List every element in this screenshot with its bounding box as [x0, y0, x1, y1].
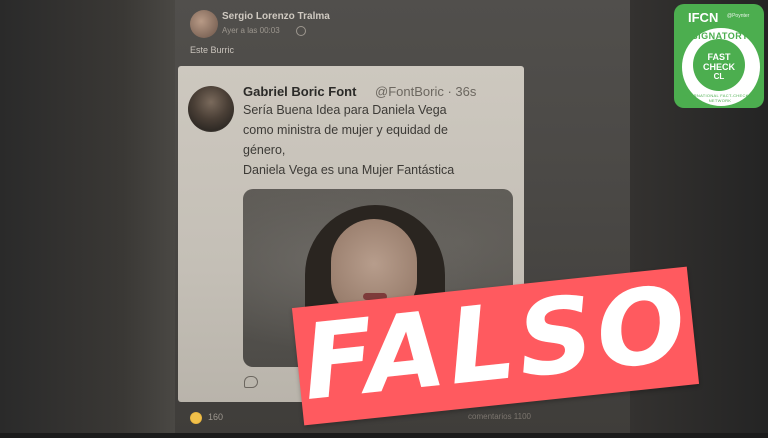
- badge-network-text: INTERNATIONAL FACT-CHECKING NETWORK: [683, 93, 757, 103]
- badge-check-text: CHECK: [702, 62, 735, 72]
- badge-fast-text: FAST: [707, 52, 731, 62]
- reply-icon: [244, 376, 258, 388]
- poynter-text: @Poynter: [727, 13, 750, 19]
- badge-signatory-text: SIGNATORY: [691, 31, 749, 41]
- tweet-handle: @FontBoric · 36s: [375, 84, 477, 99]
- tweet-line: Daniela Vega es una Mujer Fantástica: [243, 163, 455, 177]
- post-author-avatar[interactable]: [190, 10, 218, 38]
- tweet-author-name: Gabriel Boric Font: [243, 84, 357, 99]
- reaction-icon[interactable]: [190, 412, 202, 424]
- post-text: Este Burric: [190, 45, 235, 55]
- post-timestamp[interactable]: Ayer a las 00:03: [222, 26, 280, 35]
- ifcn-logo-text: IFCN: [688, 10, 719, 25]
- globe-icon: [296, 26, 306, 36]
- tweet-line: género,: [243, 143, 286, 157]
- reaction-count[interactable]: 160: [208, 412, 223, 422]
- post-author-name[interactable]: Sergio Lorenzo Tralma: [222, 11, 330, 22]
- tweet-line: como ministra de mujer y equidad de: [243, 123, 448, 137]
- badge-cl-text: CL: [713, 72, 725, 81]
- tweet-text: Sería Buena Idea para Daniela Vega como …: [243, 100, 513, 180]
- background-left: [0, 0, 175, 433]
- tweet-author-avatar: [188, 86, 234, 132]
- tweet-line: Sería Buena Idea para Daniela Vega: [243, 103, 447, 117]
